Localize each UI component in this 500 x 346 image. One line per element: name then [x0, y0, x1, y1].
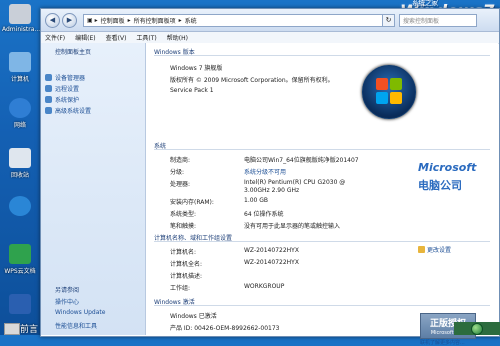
menu-view[interactable]: 查看(V): [106, 33, 127, 42]
search-input[interactable]: 搜索控制面板: [399, 13, 477, 27]
wps-icon: [9, 244, 31, 264]
breadcrumb-all-items[interactable]: 所有控制面板项: [134, 16, 176, 25]
control-panel-icon: ▣ ▸: [87, 16, 98, 24]
description-label: 计算机描述:: [170, 273, 203, 280]
system-protection-link[interactable]: 系统保护: [45, 95, 79, 104]
shield-icon: [45, 74, 52, 81]
forward-arrow-icon: ▶: [66, 16, 73, 24]
workgroup-value: WORKGROUP: [244, 283, 285, 290]
refresh-button[interactable]: ↻: [383, 13, 395, 27]
menu-edit[interactable]: 编辑(E): [75, 33, 95, 42]
forward-button[interactable]: ▶: [62, 12, 77, 28]
edition-name: Windows 7 旗舰版: [170, 65, 223, 72]
desktop-icon-network[interactable]: 网络: [2, 98, 38, 129]
desktop-icon-recycle-bin[interactable]: 回收站: [2, 148, 38, 179]
desktop-icon-administrator[interactable]: Administra...: [2, 4, 40, 33]
ram-label: 安装内存(RAM):: [170, 199, 214, 206]
network-icon: [9, 98, 31, 118]
remote-settings-link[interactable]: 远程设置: [45, 84, 79, 93]
control-panel-home-link[interactable]: 控制面板主页: [55, 47, 91, 56]
full-name-label: 计算机全名:: [170, 261, 203, 268]
taskbar-preview-label[interactable]: 前言: [20, 322, 38, 335]
divider: [154, 241, 490, 242]
app-icon: [9, 196, 31, 216]
desktop-icon-computer[interactable]: 计算机: [2, 52, 38, 83]
windows-update-link[interactable]: Windows Update: [55, 309, 105, 316]
user-folder-icon: [9, 4, 31, 24]
address-bar[interactable]: ▣ ▸ 控制面板 ▸ 所有控制面板项 ▸ 系统: [83, 13, 383, 27]
menu-file[interactable]: 文件(F): [45, 33, 65, 42]
computer-name-value: WZ-20140722HYX: [244, 247, 299, 254]
globe-icon[interactable]: [471, 322, 483, 335]
windows-logo-icon: [362, 65, 416, 119]
breadcrumb-system[interactable]: 系统: [185, 16, 197, 25]
manufacturer-label: 制造商:: [170, 157, 191, 164]
workgroup-label: 工作组:: [170, 285, 191, 292]
system-type-label: 系统类型:: [170, 211, 197, 218]
product-id: 产品 ID: 00426-OEM-8992662-00173: [170, 325, 280, 332]
pen-touch-label: 笔和触摸:: [170, 223, 197, 230]
edition-copyright: 版权所有 © 2009 Microsoft Corporation。保留所有权利…: [170, 77, 334, 84]
task-pane: 控制面板主页 设备管理器 远程设置 系统保护 高级系统设置 另请参阅 操作中心 …: [41, 43, 146, 335]
computer-icon: [9, 52, 31, 72]
action-center-link[interactable]: 操作中心: [55, 297, 79, 306]
breadcrumb-separator-icon: ▸: [178, 16, 182, 24]
back-button[interactable]: ◀: [45, 12, 60, 28]
oem-logo-microsoft: Microsoft: [418, 161, 477, 174]
service-pack: Service Pack 1: [170, 87, 214, 94]
desktop-icon-app[interactable]: [2, 196, 38, 218]
activation-status: Windows 已激活: [170, 313, 217, 320]
recycle-bin-icon: [9, 148, 31, 168]
system-window: ◀ ▶ ▣ ▸ 控制面板 ▸ 所有控制面板项 ▸ 系统 ↻ 搜索控制面板 文件(F)…: [40, 8, 500, 346]
menu-help[interactable]: 帮助(H): [167, 33, 188, 42]
system-tray: [454, 322, 500, 335]
pen-touch-value: 没有可用于此显示器的笔或触控输入: [244, 223, 341, 230]
computer-name-label: 计算机名:: [170, 249, 197, 256]
breadcrumb-separator-icon: ▸: [127, 16, 131, 24]
shield-icon: [418, 246, 425, 253]
divider: [154, 305, 490, 306]
device-manager-link[interactable]: 设备管理器: [45, 73, 85, 82]
windows-flag-icon: [376, 78, 402, 104]
advanced-settings-link[interactable]: 高级系统设置: [45, 106, 91, 115]
refresh-icon: ↻: [385, 16, 392, 24]
shield-icon: [45, 96, 52, 103]
menu-tools[interactable]: 工具(T): [136, 33, 156, 42]
see-also-heading: 另请参阅: [55, 287, 80, 294]
processor-value: Intel(R) Pentium(R) CPU G2030 @ 3.00GHz …: [244, 179, 346, 194]
system-type-value: 64 位操作系统: [244, 211, 284, 218]
ram-value: 1.00 GB: [244, 197, 269, 204]
divider: [154, 149, 490, 150]
preview-icon: [4, 323, 20, 335]
address-toolbar: ◀ ▶ ▣ ▸ 控制面板 ▸ 所有控制面板项 ▸ 系统 ↻ 搜索控制面板: [41, 9, 499, 32]
learn-more-link[interactable]: 联机了解更多内容...: [420, 339, 465, 346]
shield-icon: [45, 107, 52, 114]
rating-link[interactable]: 系统分级不可用: [244, 167, 286, 176]
watermark-top: 系统之家: [411, 0, 439, 7]
shield-icon: [45, 85, 52, 92]
desktop-icon-word[interactable]: [2, 294, 38, 316]
performance-link[interactable]: 性能信息和工具: [55, 321, 97, 330]
desktop-icon-wps-cloud[interactable]: WPS云文档: [2, 244, 38, 275]
oem-logo-brand: 电脑公司: [418, 179, 462, 192]
divider: [154, 55, 490, 56]
change-settings-link[interactable]: 更改设置: [418, 245, 451, 254]
processor-label: 处理器:: [170, 181, 191, 188]
full-name-value: WZ-20140722HYX: [244, 259, 299, 266]
desktop-icons: Administra... 计算机 网络 回收站 WPS云文档: [0, 0, 42, 335]
back-arrow-icon: ◀: [49, 16, 56, 24]
breadcrumb-control-panel[interactable]: 控制面板: [101, 16, 125, 25]
rating-label: 分级:: [170, 169, 185, 176]
manufacturer-value: 电脑公司Win7_64位旗舰版纯净版201407: [244, 157, 359, 164]
word-icon: [9, 294, 31, 314]
system-main-panel: Windows 版本 Windows 7 旗舰版 版权所有 © 2009 Mic…: [146, 43, 498, 346]
